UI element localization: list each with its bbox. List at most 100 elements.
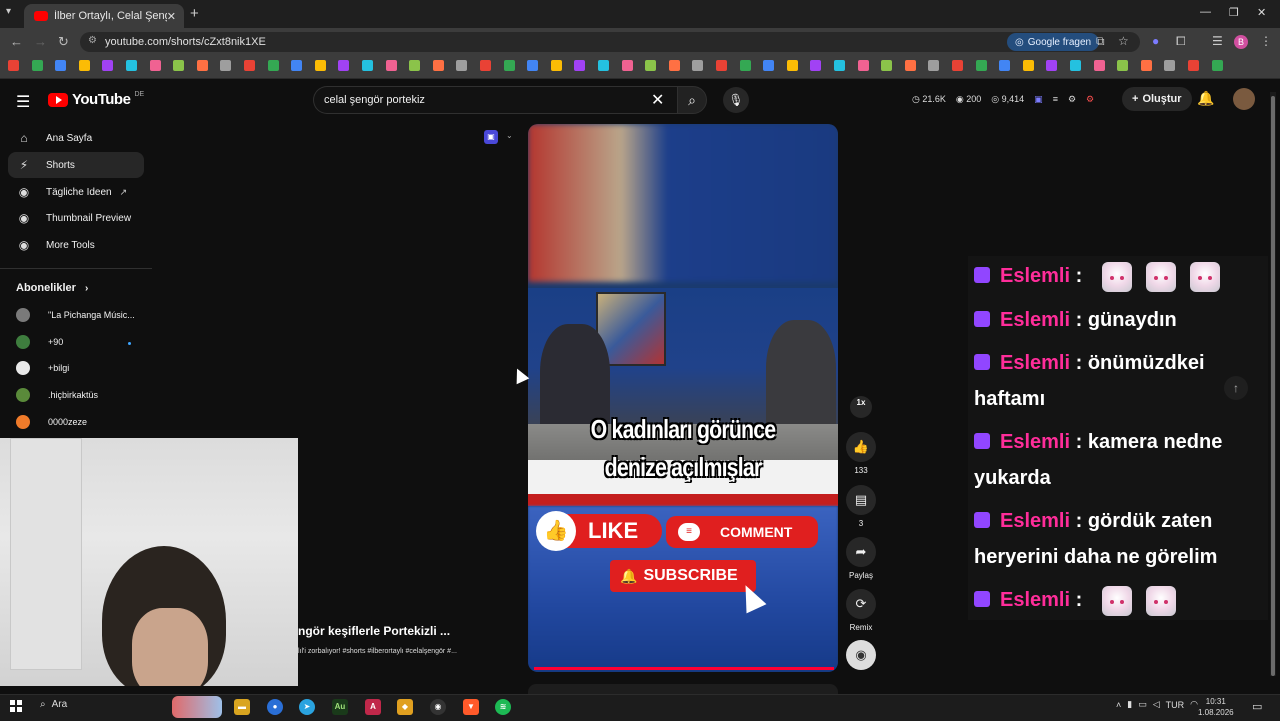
- extension-icon[interactable]: ●: [1152, 34, 1159, 48]
- bookmark-icon[interactable]: [1188, 60, 1199, 71]
- bookmark-icon[interactable]: [975, 60, 987, 71]
- bookmark-star-icon[interactable]: ☆: [1118, 34, 1129, 48]
- network-icon[interactable]: ▭: [1138, 699, 1147, 710]
- bookmark-icon[interactable]: [834, 60, 845, 71]
- bookmark-icon[interactable]: [362, 60, 373, 71]
- profile-avatar[interactable]: B: [1234, 35, 1248, 49]
- bookmark-icon[interactable]: [1093, 60, 1105, 71]
- language-indicator[interactable]: TUR: [1166, 700, 1185, 710]
- tab-list-button[interactable]: ▾: [6, 6, 11, 17]
- acrobat-icon[interactable]: A: [365, 699, 381, 715]
- bookmark-icon[interactable]: [338, 60, 350, 71]
- extension-badge-icon[interactable]: ▣: [1034, 94, 1043, 105]
- bookmark-icon[interactable]: [1046, 60, 1058, 71]
- sidebar-item-thumbnail-preview[interactable]: ◉ Thumbnail Preview: [8, 205, 144, 231]
- youtube-logo[interactable]: YouTube DE: [48, 91, 144, 108]
- bookmark-icon[interactable]: [291, 60, 303, 71]
- previous-short-arrow-icon[interactable]: ↑: [1224, 376, 1248, 400]
- scrollbar-thumb[interactable]: [1271, 96, 1275, 676]
- bookmark-icon[interactable]: [480, 60, 491, 71]
- sidebar-item-more-tools[interactable]: ◉ More Tools: [8, 232, 144, 258]
- bookmark-icon[interactable]: [550, 60, 562, 71]
- google-fragen-button[interactable]: ◎ Google fragen: [1007, 33, 1100, 51]
- subscription-item[interactable]: "La Pichanga Músic...: [16, 305, 135, 325]
- bookmark-icon[interactable]: [786, 60, 798, 71]
- bookmark-icon[interactable]: [314, 60, 326, 71]
- short-hashtags[interactable]: lıl'i zorbalıyor! #shorts #ilberortaylı …: [298, 648, 457, 655]
- bookmark-icon[interactable]: [763, 60, 775, 71]
- sound-action[interactable]: ◉: [846, 640, 876, 670]
- search-highlight-image[interactable]: [172, 696, 222, 718]
- bookmark-icon[interactable]: [1140, 60, 1152, 71]
- account-avatar[interactable]: [1233, 88, 1255, 110]
- bookmark-icon[interactable]: [598, 60, 609, 71]
- telegram-icon[interactable]: ➤: [299, 699, 315, 715]
- spotify-icon[interactable]: ≋: [495, 699, 511, 715]
- bookmark-icon[interactable]: [621, 60, 633, 71]
- window-close-icon[interactable]: ✕: [1257, 6, 1266, 19]
- share-icon[interactable]: ➦: [846, 537, 876, 567]
- bookmark-icon[interactable]: [527, 60, 539, 71]
- taskbar-clock[interactable]: 10:31 1.08.2026: [1198, 696, 1234, 718]
- site-info-icon[interactable]: ⚙: [88, 35, 97, 46]
- video-progress-bar[interactable]: [534, 667, 834, 670]
- like-icon[interactable]: 👍: [846, 432, 876, 462]
- obs-icon[interactable]: ◉: [430, 699, 446, 715]
- bookmark-icon[interactable]: [126, 60, 137, 71]
- bookmark-icon[interactable]: [385, 60, 397, 71]
- extensions-puzzle-icon[interactable]: ⧠: [1176, 34, 1186, 49]
- browser-tab-active[interactable]: İlber Ortaylı, Celal Şengör keşifl... ✕: [24, 4, 184, 28]
- notifications-bell-icon[interactable]: 🔔: [1197, 90, 1214, 107]
- reading-list-icon[interactable]: ☰: [1212, 34, 1223, 48]
- bookmark-icon[interactable]: [196, 60, 208, 71]
- bookmark-icon[interactable]: [1117, 60, 1129, 71]
- share-action[interactable]: ➦ Paylaş: [846, 537, 876, 580]
- hamburger-menu-icon[interactable]: ☰: [16, 92, 30, 112]
- bookmark-icon[interactable]: [220, 60, 232, 71]
- speaker-icon[interactable]: ◁: [1153, 699, 1160, 710]
- notification-center-icon[interactable]: ▭: [1252, 700, 1262, 713]
- chrome-icon[interactable]: ●: [267, 699, 283, 715]
- bookmark-icon[interactable]: [8, 60, 19, 71]
- bookmark-icon[interactable]: [409, 60, 421, 71]
- bookmark-icon[interactable]: [857, 60, 869, 71]
- remix-action[interactable]: ⟳ Remix: [846, 589, 876, 632]
- subscriptions-heading[interactable]: Abonelikler ›: [16, 282, 88, 294]
- short-title[interactable]: ngör keşiflerle Portekizli ...: [298, 624, 450, 638]
- bookmark-icon[interactable]: [503, 60, 515, 71]
- bookmark-icon[interactable]: [1211, 60, 1223, 71]
- extension-overlay-icon[interactable]: ▣: [484, 130, 498, 144]
- back-icon[interactable]: ←: [10, 34, 23, 49]
- app-icon[interactable]: ◆: [397, 699, 413, 715]
- subscription-item[interactable]: 0000zeze: [16, 412, 87, 432]
- list-icon[interactable]: ≡: [1053, 94, 1058, 105]
- bookmark-icon[interactable]: [1022, 60, 1034, 71]
- subscription-item[interactable]: +90: [16, 332, 63, 352]
- browser-menu-icon[interactable]: ⋮: [1260, 34, 1272, 48]
- windows-start-icon[interactable]: [10, 700, 22, 712]
- bookmark-icon[interactable]: [810, 60, 822, 71]
- reload-icon[interactable]: ↻: [58, 34, 69, 50]
- remix-icon[interactable]: ⟳: [846, 589, 876, 619]
- minimize-icon[interactable]: —: [1200, 6, 1211, 18]
- bookmark-icon[interactable]: [173, 60, 185, 71]
- like-action[interactable]: 👍 133: [846, 432, 876, 475]
- sidebar-item-shorts[interactable]: ⚡ Shorts: [8, 152, 144, 178]
- tab-close-icon[interactable]: ✕: [167, 10, 176, 23]
- bookmark-icon[interactable]: [1164, 60, 1176, 71]
- bookmark-icon[interactable]: [1070, 60, 1081, 71]
- microphone-icon[interactable]: ▮: [1127, 699, 1132, 710]
- bookmark-icon[interactable]: [149, 60, 161, 71]
- create-button[interactable]: + Oluştur: [1122, 87, 1192, 111]
- bookmark-icon[interactable]: [574, 60, 586, 71]
- bookmark-icon[interactable]: [645, 60, 657, 71]
- comment-action[interactable]: ▤ 3: [846, 485, 876, 528]
- chevron-down-icon[interactable]: ⌄: [506, 131, 513, 140]
- file-explorer-icon[interactable]: ▬: [234, 699, 250, 715]
- bookmark-icon[interactable]: [55, 60, 67, 71]
- bookmark-icon[interactable]: [716, 60, 727, 71]
- subscription-item[interactable]: +bilgi: [16, 358, 69, 378]
- maximize-icon[interactable]: ❐: [1229, 6, 1239, 19]
- bookmark-icon[interactable]: [881, 60, 893, 71]
- settings-extension-icon[interactable]: ⚙: [1086, 94, 1094, 105]
